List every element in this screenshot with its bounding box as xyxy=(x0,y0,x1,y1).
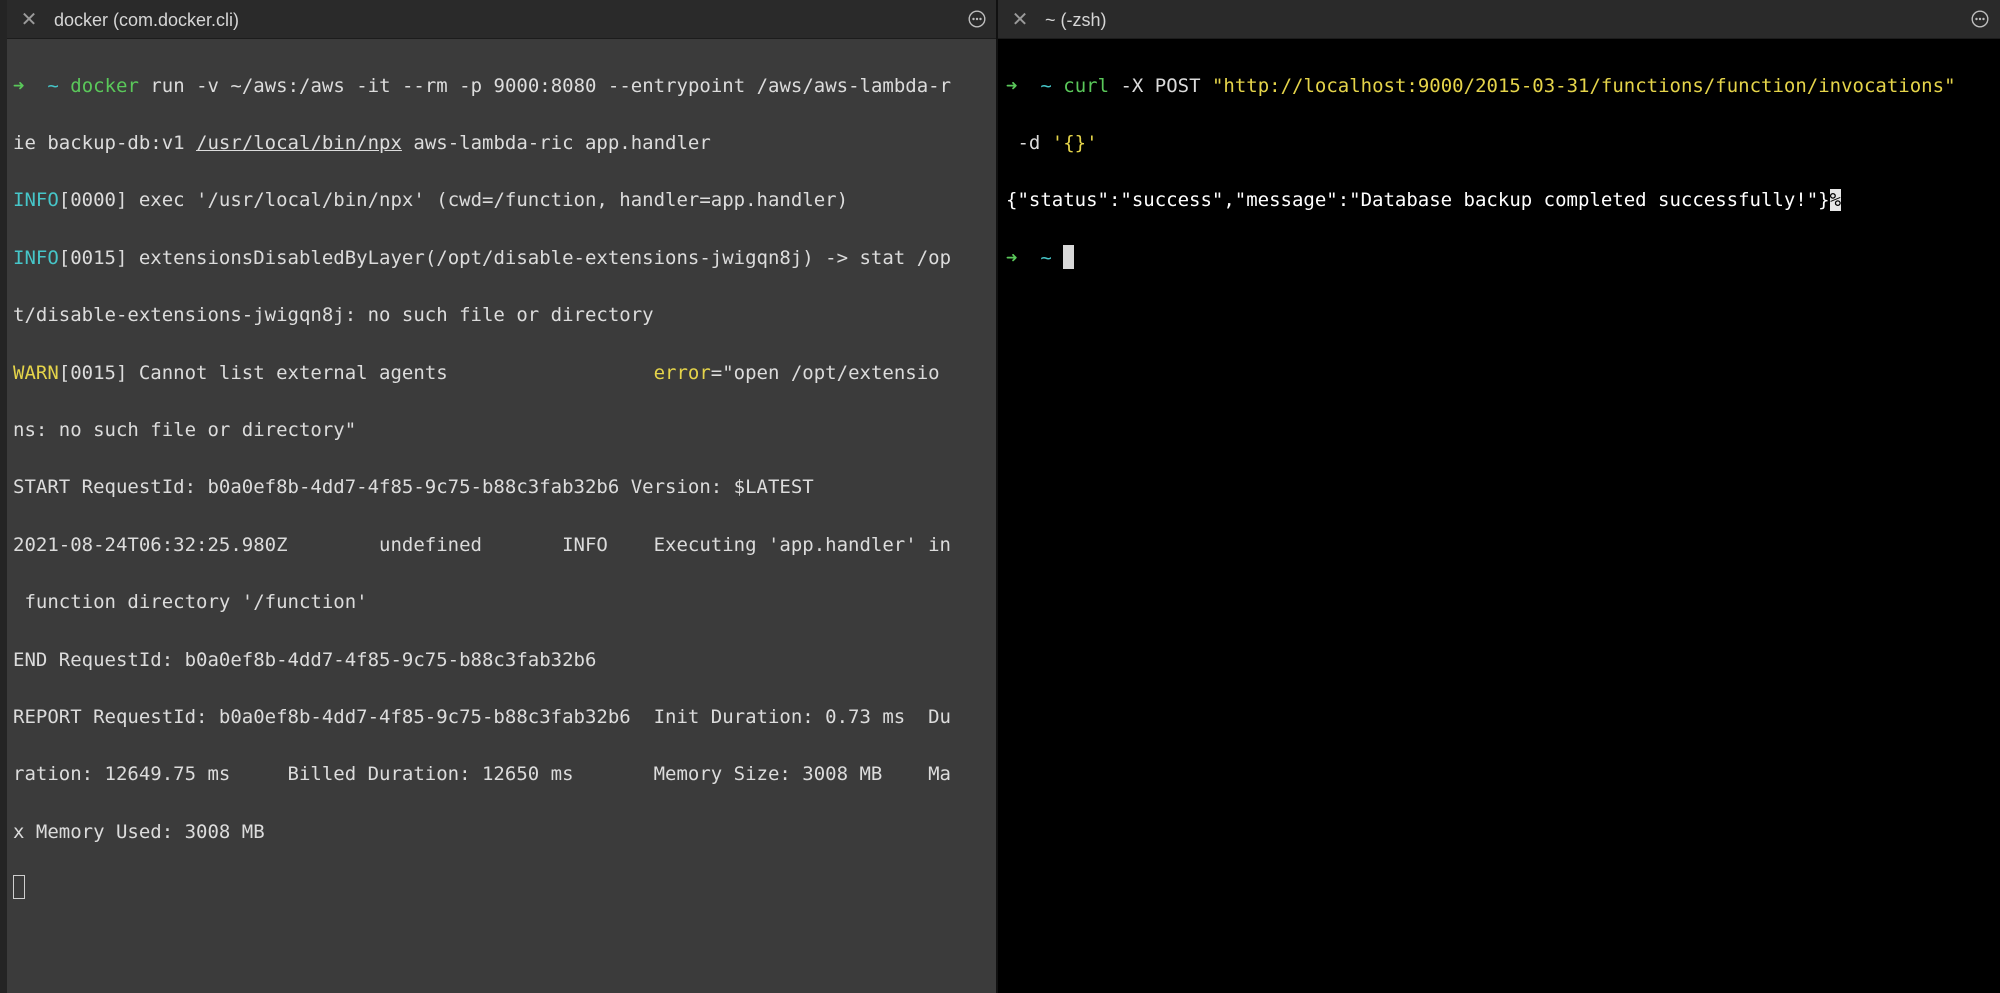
start-line: START RequestId: b0a0ef8b-4dd7-4f85-9c75… xyxy=(13,476,814,499)
window-edge xyxy=(0,0,7,993)
command-line-cont: ie backup-db:v1 /usr/local/bin/npx aws-l… xyxy=(13,129,951,158)
terminal-cursor xyxy=(13,875,25,900)
prompt-arrow: ➜ xyxy=(1006,74,1018,97)
log-line-cont: t/disable-extensions-jwigqn8j: no such f… xyxy=(13,301,951,330)
log-line: INFO[0000] exec '/usr/local/bin/npx' (cw… xyxy=(13,186,951,215)
command-args-tail: aws-lambda-ric app.handler xyxy=(401,132,711,155)
prompt-arrow: ➜ xyxy=(13,74,25,97)
log-level: INFO xyxy=(13,189,59,212)
left-terminal-pane[interactable]: ✕ docker (com.docker.cli) ➜ ~ docker run… xyxy=(0,0,997,993)
command-url: "http://localhost:9000/2015-03-31/functi… xyxy=(1211,74,1956,97)
log-level: WARN xyxy=(13,361,59,384)
report-line: REPORT RequestId: b0a0ef8b-4dd7-4f85-9c7… xyxy=(13,706,951,728)
command-line: ➜ ~ docker run -v ~/aws:/aws -it --rm -p… xyxy=(13,72,951,101)
right-tab-bar: ✕ ~ (-zsh) xyxy=(998,0,2000,39)
prompt-arrow: ➜ xyxy=(1006,246,1018,269)
left-terminal-output[interactable]: ➜ ~ docker run -v ~/aws:/aws -it --rm -p… xyxy=(13,43,951,961)
log-text: [0015] extensionsDisabledByLayer(/opt/di… xyxy=(58,246,952,269)
exec-line: 2021-08-24T06:32:25.980Z undefined INFO … xyxy=(13,533,951,556)
error-value: ="open /opt/extensio xyxy=(710,361,940,384)
log-text: t/disable-extensions-jwigqn8j: no such f… xyxy=(13,304,654,327)
more-options-icon[interactable] xyxy=(1971,10,1989,28)
log-text: ns: no such file or directory" xyxy=(13,419,357,442)
command-args: run -v ~/aws:/aws -it --rm -p 9000:8080 … xyxy=(138,74,952,97)
left-tab-bar: ✕ docker (com.docker.cli) xyxy=(7,0,997,39)
prompt-dir: ~ xyxy=(47,74,59,97)
command-args-cont: -d xyxy=(1006,132,1052,155)
close-icon[interactable]: ✕ xyxy=(19,9,39,29)
no-newline-marker: % xyxy=(1829,189,1842,212)
command-args: -X POST xyxy=(1109,74,1212,97)
command-path: /usr/local/bin/npx xyxy=(196,132,402,155)
log-line-cont: ns: no such file or directory" xyxy=(13,416,951,445)
command-name: curl xyxy=(1063,74,1110,97)
more-options-icon[interactable] xyxy=(968,10,986,28)
command-args-cont: ie backup-db:v1 xyxy=(13,132,197,155)
exec-line-cont: function directory '/function' xyxy=(13,591,368,614)
response-line: {"status":"success","message":"Database … xyxy=(1006,186,1956,215)
left-tab-title[interactable]: docker (com.docker.cli) xyxy=(54,10,239,31)
command-line-cont: -d '{}' xyxy=(1006,129,1956,158)
right-terminal-pane[interactable]: ✕ ~ (-zsh) ➜ ~ curl -X POST "http://loca… xyxy=(998,0,2000,993)
log-level: INFO xyxy=(13,246,59,269)
log-text: [0015] Cannot list external agents xyxy=(58,361,654,384)
prompt-line: ➜ ~ xyxy=(1006,244,1956,273)
right-tab-title[interactable]: ~ (-zsh) xyxy=(1045,10,1107,31)
prompt-dir: ~ xyxy=(1040,74,1052,97)
cursor-line xyxy=(13,875,951,904)
error-key: error xyxy=(653,361,711,384)
prompt-dir: ~ xyxy=(1040,246,1052,269)
response-json: {"status":"success","message":"Database … xyxy=(1006,189,1830,212)
log-line: INFO[0015] extensionsDisabledByLayer(/op… xyxy=(13,244,951,273)
terminal-cursor xyxy=(1063,244,1075,269)
end-line: END RequestId: b0a0ef8b-4dd7-4f85-9c75-b… xyxy=(13,648,597,671)
close-icon[interactable]: ✕ xyxy=(1010,9,1030,29)
command-data: '{}' xyxy=(1051,132,1098,155)
command-name: docker xyxy=(70,74,139,97)
command-line: ➜ ~ curl -X POST "http://localhost:9000/… xyxy=(1006,72,1956,101)
log-text: [0000] exec '/usr/local/bin/npx' (cwd=/f… xyxy=(58,189,849,212)
log-line: WARN[0015] Cannot list external agents e… xyxy=(13,359,951,388)
report-line-cont: ration: 12649.75 ms Billed Duration: 126… xyxy=(13,763,951,786)
report-line-cont: x Memory Used: 3008 MB xyxy=(13,820,265,843)
right-terminal-output[interactable]: ➜ ~ curl -X POST "http://localhost:9000/… xyxy=(1006,43,1956,330)
